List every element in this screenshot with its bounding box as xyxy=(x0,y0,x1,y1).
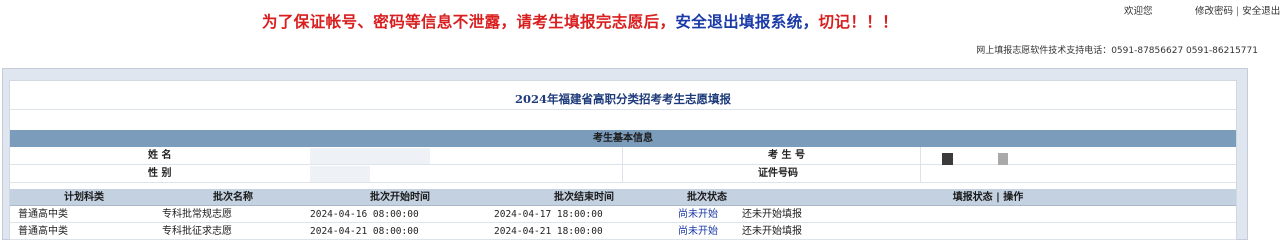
column-header-fill-status-action: 填报状态 | 操作 xyxy=(952,192,1024,203)
id-no-label: 证件号码 xyxy=(758,168,798,179)
cell-batch-status-link[interactable]: 尚未开始 xyxy=(678,206,718,223)
name-label: 姓 名 xyxy=(148,150,172,161)
cell-start-time: 2024-04-16 08:00:00 xyxy=(310,209,419,220)
exam-no-redacted xyxy=(998,153,1008,165)
logout-link[interactable]: 安全退出 xyxy=(1242,6,1280,17)
security-warning-blue: 安全退出填报系统， xyxy=(675,12,819,31)
info-divider xyxy=(920,147,921,164)
cell-start-time: 2024-04-21 08:00:00 xyxy=(310,226,419,237)
change-password-link[interactable]: 修改密码 xyxy=(1195,6,1233,17)
cell-end-time: 2024-04-21 18:00:00 xyxy=(494,226,603,237)
welcome-text: 欢迎您 xyxy=(1124,6,1153,17)
link-separator: | xyxy=(1236,6,1240,17)
user-links: 修改密码 | 安全退出 xyxy=(1195,3,1280,17)
column-header-end-time: 批次结束时间 xyxy=(554,192,614,203)
batch-table-header: 计划科类 批次名称 批次开始时间 批次结束时间 批次状态 填报状态 | 操作 xyxy=(10,189,1236,206)
basic-info-header: 考生基本信息 xyxy=(10,130,1236,147)
info-divider xyxy=(622,165,623,182)
security-warning-end: 切记！！！ xyxy=(818,12,899,31)
page-title: 2024年福建省高职分类招考考生志愿填报 xyxy=(514,92,731,106)
security-warning-red: 为了保证帐号、密码等信息不泄露，请考生填报完志愿后， xyxy=(262,12,676,31)
gender-label: 性 别 xyxy=(148,168,172,179)
cell-plan-type: 普通高中类 xyxy=(18,209,68,220)
support-phone-text: 网上填报志愿软件技术支持电话：0591-87856627 0591-862157… xyxy=(976,46,1258,56)
cell-batch-name: 专科批常规志愿 xyxy=(162,209,232,220)
cell-batch-status-link[interactable]: 尚未开始 xyxy=(678,223,718,240)
column-header-batch-status: 批次状态 xyxy=(687,192,727,203)
info-divider xyxy=(920,165,921,182)
column-header-start-time: 批次开始时间 xyxy=(370,192,430,203)
cell-fill-status: 还未开始填报 xyxy=(742,226,802,237)
cell-end-time: 2024-04-17 18:00:00 xyxy=(494,209,603,220)
main-frame: 2024年福建省高职分类招考考生志愿填报 考生基本信息 姓 名 考 生 号 性 … xyxy=(2,68,1248,240)
info-row-name: 姓 名 考 生 号 xyxy=(10,147,1236,165)
column-header-batch-name: 批次名称 xyxy=(213,192,253,203)
exam-no-label: 考 生 号 xyxy=(768,150,805,161)
name-value-redacted xyxy=(310,148,430,164)
info-row-gender: 性 别 证件号码 xyxy=(10,165,1236,183)
title-divider xyxy=(10,109,1236,110)
cell-plan-type: 普通高中类 xyxy=(18,226,68,237)
info-divider xyxy=(622,147,623,164)
table-row: 普通高中类 专科批常规志愿 2024-04-16 08:00:00 2024-0… xyxy=(10,206,1236,223)
cell-batch-name: 专科批征求志愿 xyxy=(162,226,232,237)
gender-value-redacted xyxy=(310,166,370,182)
application-panel: 2024年福建省高职分类招考考生志愿填报 考生基本信息 姓 名 考 生 号 性 … xyxy=(9,80,1237,240)
cell-fill-status: 还未开始填报 xyxy=(742,209,802,220)
table-row: 普通高中类 专科批征求志愿 2024-04-21 08:00:00 2024-0… xyxy=(10,223,1236,240)
column-header-plan-type: 计划科类 xyxy=(64,192,104,203)
security-warning: 为了保证帐号、密码等信息不泄露，请考生填报完志愿后，安全退出填报系统，切记！！！ xyxy=(262,10,898,32)
exam-no-redacted xyxy=(942,153,953,165)
